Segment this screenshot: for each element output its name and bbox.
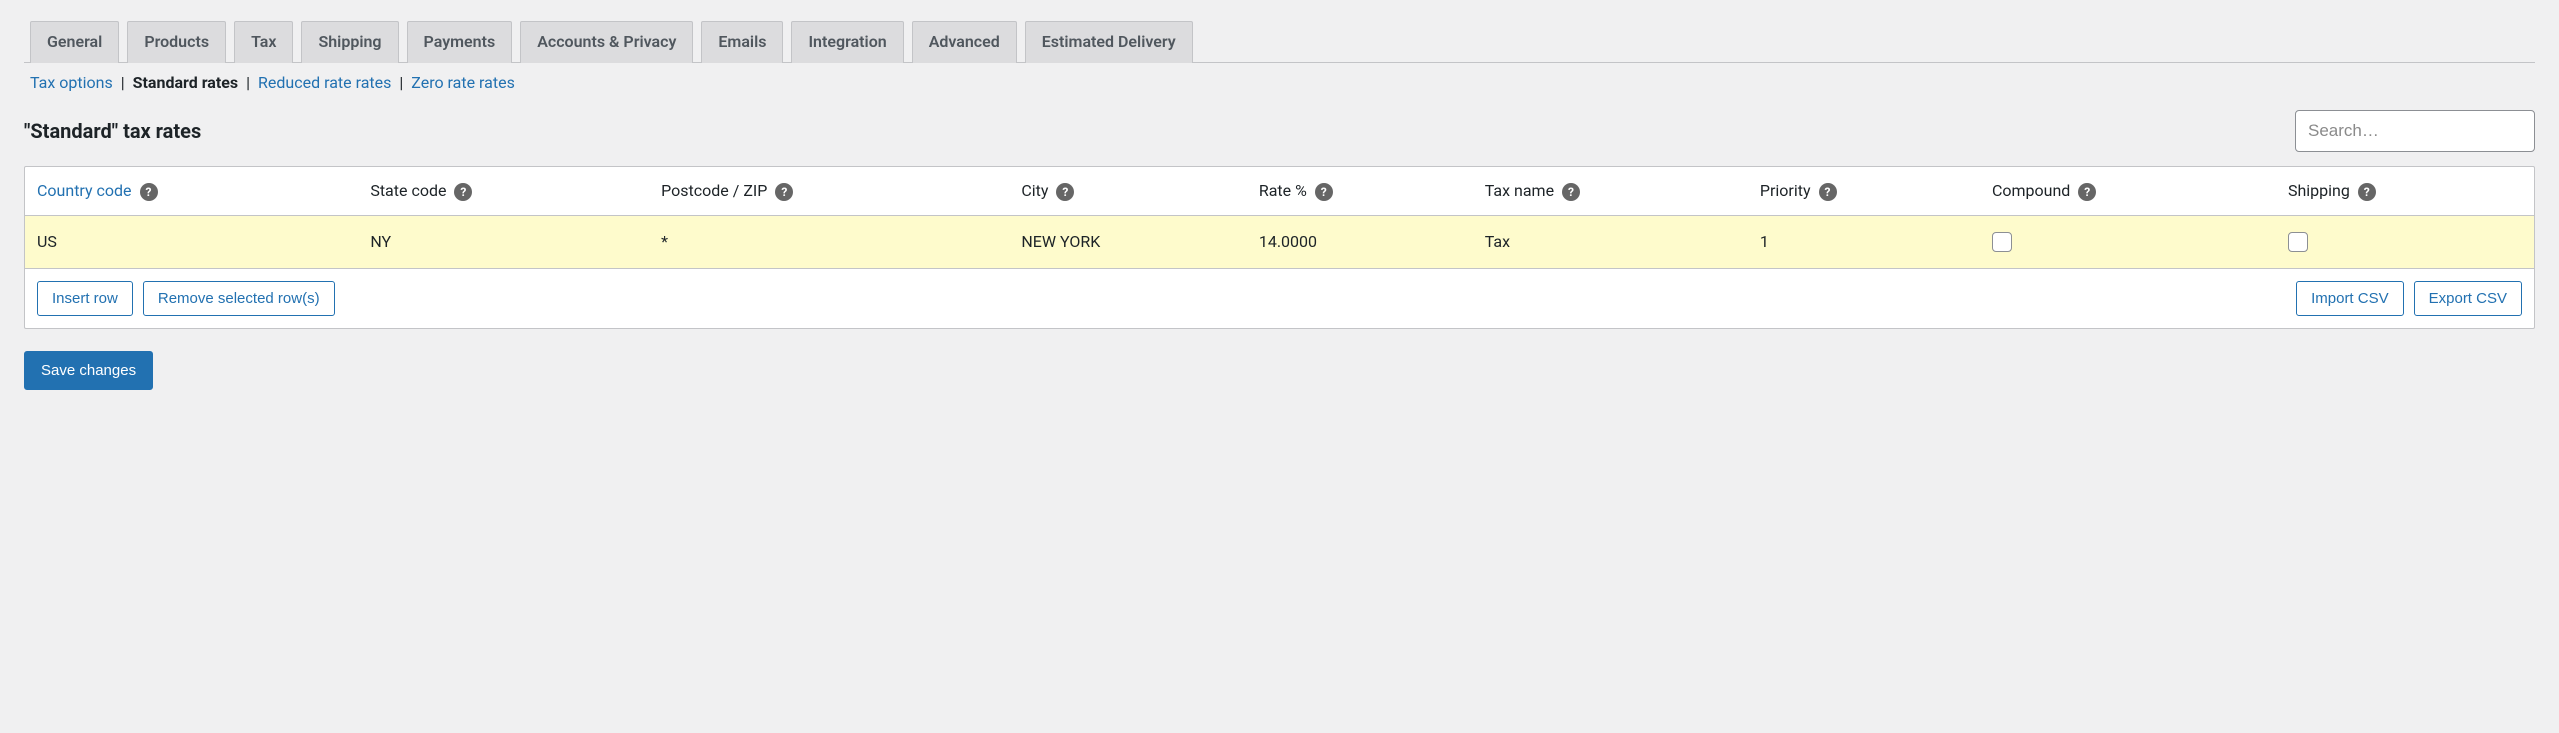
- tab-emails[interactable]: Emails: [701, 21, 783, 63]
- cell-taxname[interactable]: Tax: [1473, 215, 1748, 268]
- separator: |: [121, 73, 125, 92]
- search-input[interactable]: [2295, 110, 2535, 152]
- col-taxname[interactable]: Tax name ?: [1473, 167, 1748, 215]
- col-compound-label: Compound: [1992, 181, 2070, 200]
- separator: |: [399, 73, 403, 92]
- import-csv-button[interactable]: Import CSV: [2296, 281, 2404, 316]
- tab-estimated[interactable]: Estimated Delivery: [1025, 21, 1193, 63]
- remove-rows-button[interactable]: Remove selected row(s): [143, 281, 335, 316]
- table-footer: Insert row Remove selected row(s) Import…: [25, 269, 2534, 328]
- cell-priority[interactable]: 1: [1748, 215, 1980, 268]
- tab-general[interactable]: General: [30, 21, 119, 63]
- help-icon[interactable]: ?: [775, 183, 793, 201]
- col-rate[interactable]: Rate % ?: [1247, 167, 1473, 215]
- col-city-label: City: [1021, 181, 1048, 200]
- col-country[interactable]: Country code ?: [25, 167, 358, 215]
- export-csv-button[interactable]: Export CSV: [2414, 281, 2522, 316]
- help-icon[interactable]: ?: [2358, 183, 2376, 201]
- cell-rate[interactable]: 14.0000: [1247, 215, 1473, 268]
- tab-products[interactable]: Products: [127, 21, 226, 63]
- col-shipping[interactable]: Shipping ?: [2276, 167, 2534, 215]
- settings-tabs: General Products Tax Shipping Payments A…: [24, 20, 2535, 63]
- col-rate-label: Rate %: [1259, 181, 1307, 200]
- col-taxname-label: Tax name: [1485, 181, 1554, 200]
- page-title: "Standard" tax rates: [24, 119, 201, 143]
- help-icon[interactable]: ?: [1562, 183, 1580, 201]
- help-icon[interactable]: ?: [1819, 183, 1837, 201]
- col-postcode[interactable]: Postcode / ZIP ?: [649, 167, 1009, 215]
- col-postcode-label: Postcode / ZIP: [661, 181, 767, 200]
- table-row[interactable]: US NY * NEW YORK 14.0000 Tax 1: [25, 215, 2534, 268]
- help-icon[interactable]: ?: [1315, 183, 1333, 201]
- cell-city[interactable]: NEW YORK: [1009, 215, 1246, 268]
- col-priority-label: Priority: [1760, 181, 1811, 200]
- col-priority[interactable]: Priority ?: [1748, 167, 1980, 215]
- help-icon[interactable]: ?: [2078, 183, 2096, 201]
- subnav-reduced-rates[interactable]: Reduced rate rates: [258, 73, 391, 92]
- cell-compound: [1980, 215, 2276, 268]
- subnav-standard-rates[interactable]: Standard rates: [133, 73, 239, 92]
- tab-accounts[interactable]: Accounts & Privacy: [520, 21, 693, 63]
- tab-shipping[interactable]: Shipping: [301, 21, 398, 63]
- shipping-checkbox[interactable]: [2288, 232, 2308, 252]
- col-country-label: Country code: [37, 181, 132, 200]
- tab-payments[interactable]: Payments: [407, 21, 513, 63]
- tab-integration[interactable]: Integration: [791, 21, 903, 63]
- tax-subnav: Tax options | Standard rates | Reduced r…: [24, 73, 2535, 92]
- compound-checkbox[interactable]: [1992, 232, 2012, 252]
- cell-postcode[interactable]: *: [649, 215, 1009, 268]
- col-compound[interactable]: Compound ?: [1980, 167, 2276, 215]
- subnav-tax-options[interactable]: Tax options: [30, 73, 113, 92]
- help-icon[interactable]: ?: [454, 183, 472, 201]
- subnav-zero-rates[interactable]: Zero rate rates: [411, 73, 515, 92]
- col-state-label: State code: [370, 181, 446, 200]
- col-city[interactable]: City ?: [1009, 167, 1246, 215]
- cell-state[interactable]: NY: [358, 215, 649, 268]
- tab-advanced[interactable]: Advanced: [912, 21, 1017, 63]
- table-header-row: Country code ? State code ? Postcode / Z…: [25, 167, 2534, 215]
- save-changes-button[interactable]: Save changes: [24, 351, 153, 390]
- tax-rates-table: Country code ? State code ? Postcode / Z…: [24, 166, 2535, 329]
- col-shipping-label: Shipping: [2288, 181, 2350, 200]
- help-icon[interactable]: ?: [1056, 183, 1074, 201]
- help-icon[interactable]: ?: [140, 183, 158, 201]
- separator: |: [246, 73, 250, 92]
- insert-row-button[interactable]: Insert row: [37, 281, 133, 316]
- cell-shipping: [2276, 215, 2534, 268]
- col-state[interactable]: State code ?: [358, 167, 649, 215]
- cell-country[interactable]: US: [25, 215, 358, 268]
- tab-tax[interactable]: Tax: [234, 21, 293, 63]
